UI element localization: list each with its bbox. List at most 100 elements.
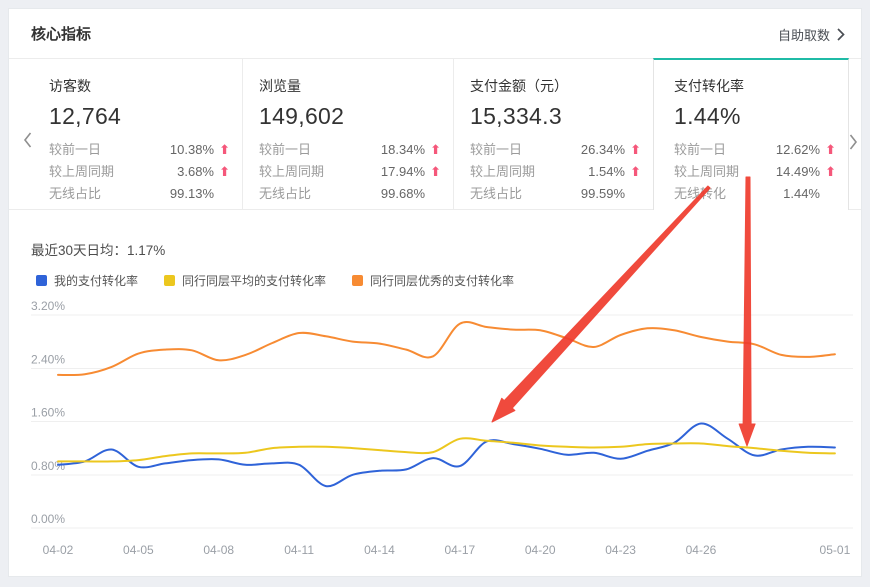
x-axis-tick-label: 04-17 [444,543,475,557]
metric-stat-row: 无线转化 1.44% [674,183,836,205]
metric-card-1[interactable]: 访客数 12,764 较前一日 10.38% ⬆ 较上周同期 3.68% ⬆ 无… [9,58,243,210]
metric-stat-value: 3.68% [177,161,214,183]
series-line-3 [58,322,835,375]
legend-swatch-icon [352,275,363,286]
carousel-next-button[interactable] [847,133,859,151]
chart-average-title: 最近30天日均：1.17% [31,239,165,259]
self-service-data-link[interactable]: 自助取数 [778,25,845,44]
metric-card-stats: 较前一日 26.34% ⬆ 较上周同期 1.54% ⬆ 无线占比 99.59% [470,139,641,205]
metric-card-4-selected[interactable]: 支付转化率 1.44% 较前一日 12.62% ⬆ 较上周同期 14.49% ⬆… [653,58,849,210]
x-axis-tick-label: 04-14 [364,543,395,557]
metric-stat-row: 较上周同期 14.49% ⬆ [674,161,836,183]
metric-stat-label: 较前一日 [470,139,522,161]
metric-stat-value: 99.13% [170,183,214,205]
legend-swatch-icon [36,275,47,286]
metric-cards: 访客数 12,764 较前一日 10.38% ⬆ 较上周同期 3.68% ⬆ 无… [9,58,861,210]
metric-card-value: 15,334.3 [470,103,641,130]
metric-card-2[interactable]: 浏览量 149,602 较前一日 18.34% ⬆ 较上周同期 17.94% ⬆… [243,58,454,210]
metric-stat-value: 1.54% [588,161,625,183]
trend-up-icon: ⬆ [625,139,641,161]
metric-stat-value: 1.44% [783,183,820,205]
y-axis-tick-label: 3.20% [31,299,65,313]
series-line-2 [58,438,835,461]
self-service-data-label: 自助取数 [778,25,830,44]
panel-header: 核心指标 自助取数 [9,9,861,58]
x-axis-tick-label: 04-20 [525,543,556,557]
metric-card-title: 浏览量 [259,76,441,96]
metric-card-3[interactable]: 支付金额（元） 15,334.3 较前一日 26.34% ⬆ 较上周同期 1.5… [454,58,653,210]
metric-stat-row: 较上周同期 17.94% ⬆ [259,161,441,183]
metric-stat-label: 较前一日 [259,139,311,161]
page-title: 核心指标 [31,23,91,44]
metric-stat-value: 14.49% [776,161,820,183]
x-axis-tick-label: 04-23 [605,543,636,557]
metric-stat-label: 较上周同期 [49,161,114,183]
metric-stat-value: 10.38% [170,139,214,161]
metric-stat-label: 较上周同期 [674,161,739,183]
metric-stat-row: 较上周同期 1.54% ⬆ [470,161,641,183]
metric-stat-label: 较前一日 [674,139,726,161]
legend-label: 同行同层平均的支付转化率 [182,272,326,289]
legend-item-2[interactable]: 同行同层平均的支付转化率 [164,272,326,289]
metric-stat-value: 99.68% [381,183,425,205]
legend-swatch-icon [164,275,175,286]
metric-stat-label: 无线占比 [470,183,522,205]
x-axis-tick-label: 04-11 [284,543,314,557]
metric-stat-value: 17.94% [381,161,425,183]
metric-card-value: 12,764 [49,103,230,130]
metric-card-stats: 较前一日 10.38% ⬆ 较上周同期 3.68% ⬆ 无线占比 99.13% [49,139,230,205]
metric-stat-label: 无线占比 [49,183,101,205]
metric-stat-row: 较前一日 10.38% ⬆ [49,139,230,161]
x-axis-tick-label: 04-05 [123,543,154,557]
y-axis-tick-label: 0.80% [31,459,65,473]
legend-label: 我的支付转化率 [54,272,138,289]
chevron-right-icon [837,28,845,41]
trend-up-icon: ⬆ [625,161,641,183]
metric-card-stats: 较前一日 12.62% ⬆ 较上周同期 14.49% ⬆ 无线转化 1.44% [674,139,836,205]
metric-stat-value: 18.34% [381,139,425,161]
y-axis-tick-label: 1.60% [31,406,65,420]
trend-up-icon: ⬆ [214,161,230,183]
metric-card-title: 访客数 [49,76,230,96]
metric-stat-row: 较前一日 26.34% ⬆ [470,139,641,161]
annotation-arrow-2 [739,177,755,446]
chevron-right-icon [849,134,858,150]
legend-item-1[interactable]: 我的支付转化率 [36,272,138,289]
metric-stat-label: 较上周同期 [470,161,535,183]
legend-label: 同行同层优秀的支付转化率 [370,272,514,289]
trend-up-icon: ⬆ [820,161,836,183]
metric-stat-row: 较前一日 12.62% ⬆ [674,139,836,161]
metric-stat-label: 无线转化 [674,183,726,205]
x-axis-tick-label: 04-02 [43,543,74,557]
metric-stat-label: 无线占比 [259,183,311,205]
annotation-arrow-1 [492,186,710,422]
metric-card-stats: 较前一日 18.34% ⬆ 较上周同期 17.94% ⬆ 无线占比 99.68% [259,139,441,205]
metric-stat-row: 无线占比 99.13% [49,183,230,205]
metric-stat-row: 无线占比 99.68% [259,183,441,205]
y-axis-tick-label: 0.00% [31,512,65,526]
trend-up-icon: ⬆ [425,161,441,183]
core-metrics-panel: 核心指标 自助取数 访客数 12,764 较前一日 10.38% ⬆ 较上周同期… [8,8,862,577]
trend-up-icon: ⬆ [214,139,230,161]
metric-card-title: 支付转化率 [674,76,836,96]
legend-item-3[interactable]: 同行同层优秀的支付转化率 [352,272,514,289]
metric-stat-value: 99.59% [581,183,625,205]
metric-stat-row: 较上周同期 3.68% ⬆ [49,161,230,183]
metric-stat-row: 较前一日 18.34% ⬆ [259,139,441,161]
metric-card-value: 1.44% [674,103,836,130]
chevron-left-icon [23,132,32,148]
series-line-1 [58,423,835,486]
x-axis-tick-label: 05-01 [820,543,851,557]
metric-stat-label: 较前一日 [49,139,101,161]
metric-stat-row: 无线占比 99.59% [470,183,641,205]
trend-up-icon: ⬆ [425,139,441,161]
chart-legend: 我的支付转化率 同行同层平均的支付转化率 同行同层优秀的支付转化率 [36,272,514,289]
trend-up-icon: ⬆ [820,139,836,161]
metric-card-value: 149,602 [259,103,441,130]
metric-stat-label: 较上周同期 [259,161,324,183]
metric-card-title: 支付金额（元） [470,76,641,96]
carousel-prev-button[interactable] [21,131,33,149]
y-axis-tick-label: 2.40% [31,352,65,366]
x-axis-tick-label: 04-26 [686,543,717,557]
metric-stat-value: 12.62% [776,139,820,161]
